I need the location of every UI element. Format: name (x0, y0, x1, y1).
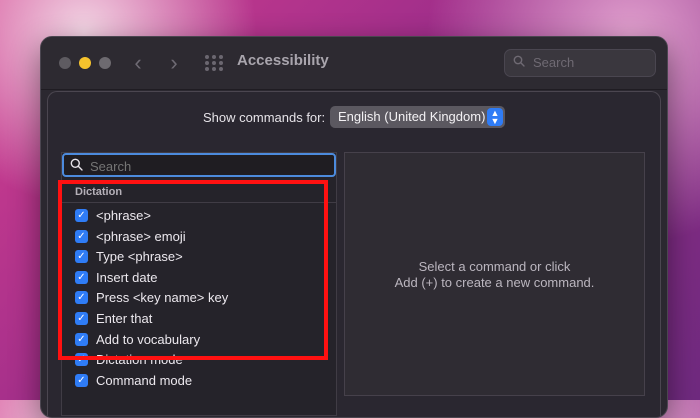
empty-state-text: Select a command or click Add (+) to cre… (345, 259, 644, 291)
list-item-label: Command mode (96, 372, 193, 388)
commands-search-field[interactable] (62, 153, 336, 177)
command-detail-pane: Select a command or click Add (+) to cre… (344, 152, 645, 396)
close-window-button[interactable] (59, 57, 71, 69)
back-button[interactable]: ‹ (129, 50, 147, 75)
show-commands-label: Show commands for: (203, 110, 326, 125)
forward-button[interactable]: › (165, 50, 183, 75)
highlight-rectangle (58, 180, 328, 360)
titlebar: ‹ › Accessibility Search (41, 37, 667, 90)
commands-search-input[interactable] (88, 156, 328, 176)
checkmark-icon: ✓ (77, 374, 86, 386)
chevron-right-icon: › (170, 50, 178, 75)
list-item[interactable]: ✓ Command mode (62, 371, 336, 392)
language-select-value: English (United Kingdom) (338, 109, 486, 124)
search-icon (70, 158, 83, 171)
language-select[interactable]: English (United Kingdom) ▲ ▼ (330, 106, 505, 128)
chevron-left-icon: ‹ (134, 50, 142, 75)
checkbox[interactable]: ✓ (75, 373, 88, 387)
search-icon (513, 55, 525, 67)
window-title: Accessibility (237, 52, 329, 69)
minimize-window-button[interactable] (79, 57, 91, 69)
empty-state-line-2: Add (+) to create a new command. (394, 275, 595, 290)
zoom-window-button[interactable] (99, 57, 111, 69)
grid-icon[interactable] (205, 55, 223, 71)
toolbar-search-field[interactable]: Search (504, 49, 656, 77)
empty-state-line-1: Select a command or click (418, 259, 571, 274)
chevron-up-down-icon: ▲ ▼ (487, 108, 503, 126)
toolbar-search-placeholder: Search (533, 55, 575, 70)
